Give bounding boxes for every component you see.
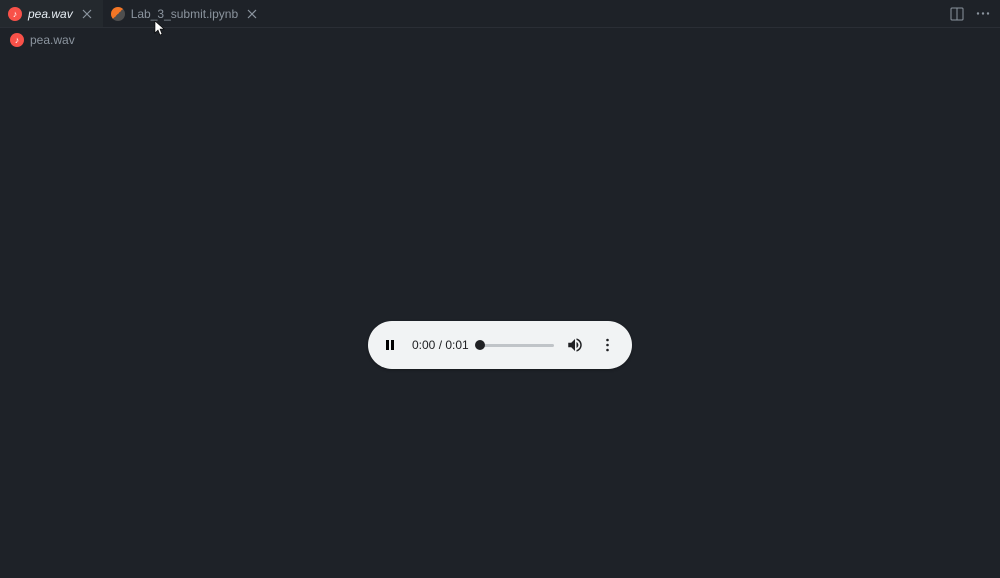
more-actions-icon[interactable] <box>972 3 994 25</box>
audio-player: 0:00 / 0:01 <box>368 321 632 369</box>
jupyter-file-icon <box>111 7 125 21</box>
tab-label: Lab_3_submit.ipynb <box>131 7 238 21</box>
time-display: 0:00 / 0:01 <box>412 338 469 352</box>
close-icon[interactable] <box>79 6 95 22</box>
tab-bar: ♪ pea.wav Lab_3_submit.ipynb <box>0 0 1000 28</box>
editor-content: 0:00 / 0:01 <box>0 52 1000 578</box>
editor-actions <box>946 3 1000 25</box>
tab-pea-wav[interactable]: ♪ pea.wav <box>0 0 103 27</box>
pause-button[interactable] <box>378 333 402 357</box>
split-editor-icon[interactable] <box>946 3 968 25</box>
kebab-menu-icon[interactable] <box>596 334 618 356</box>
breadcrumb-label: pea.wav <box>30 33 75 47</box>
progress-thumb[interactable] <box>475 340 485 350</box>
volume-icon[interactable] <box>564 334 586 356</box>
close-icon[interactable] <box>244 6 260 22</box>
progress-slider[interactable] <box>479 344 554 347</box>
audio-file-icon: ♪ <box>10 33 24 47</box>
audio-file-icon: ♪ <box>8 7 22 21</box>
breadcrumb[interactable]: ♪ pea.wav <box>0 28 1000 52</box>
tab-label: pea.wav <box>28 7 73 21</box>
tab-lab3-submit[interactable]: Lab_3_submit.ipynb <box>103 0 268 27</box>
tabs: ♪ pea.wav Lab_3_submit.ipynb <box>0 0 946 27</box>
